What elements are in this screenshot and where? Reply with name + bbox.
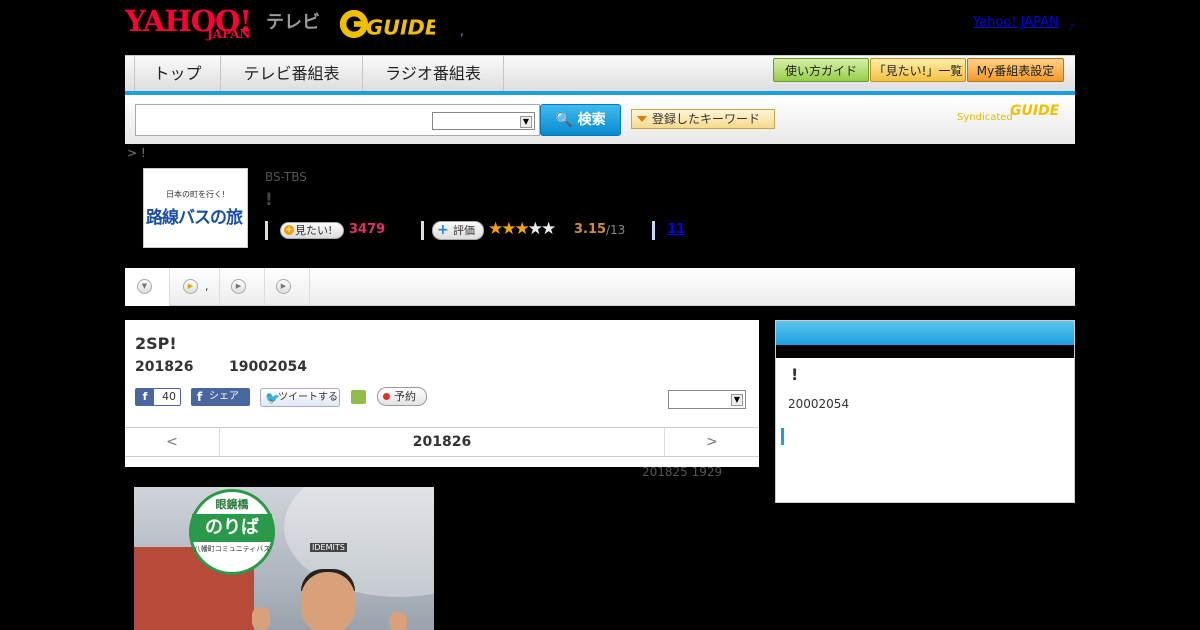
related-section-marker xyxy=(781,428,784,445)
nav-tab-tv-schedule[interactable]: テレビ番組表 xyxy=(220,56,362,91)
program-subtabs: ▼ ▶ , ▶ ▶ xyxy=(125,268,1075,306)
share-icon[interactable] xyxy=(351,390,366,404)
rating-count: /13 xyxy=(606,223,626,237)
bus-stop-sign: 眼鏡橋 のりば 八幡町コミュニティバス xyxy=(189,489,275,575)
divider xyxy=(421,221,424,240)
reminder-select[interactable]: ▼ xyxy=(668,390,746,409)
my-schedule-settings-button[interactable]: My番組表設定 xyxy=(967,58,1064,82)
subtab-2-label: , xyxy=(205,280,209,293)
subtab-4[interactable]: ▶ xyxy=(265,268,310,306)
photo-person-hand xyxy=(252,607,270,630)
updated-timestamp: 201825 1929 xyxy=(642,465,723,479)
triangle-down-icon xyxy=(637,116,647,122)
record-dot-icon xyxy=(383,393,390,400)
bus-stop-line: 八幡町コミュニティバス xyxy=(193,545,271,553)
want-to-watch-count: 3479 xyxy=(349,222,386,237)
search-button[interactable]: 🔍 検索 xyxy=(540,104,621,136)
facebook-like-button[interactable]: f 40 xyxy=(135,388,181,406)
tweet-button[interactable]: 🐦 ツイートする xyxy=(260,388,340,407)
facebook-like-count: 40 xyxy=(162,390,176,403)
main-nav: トップ テレビ番組表 ラジオ番組表 使い方ガイド 「見たい!」一覧 My番組表設… xyxy=(125,55,1075,95)
rating-value: 3.15 xyxy=(574,222,607,237)
play-icon: ▶ xyxy=(231,279,246,294)
bus-stop-main: のりば xyxy=(192,514,272,542)
review-count-link[interactable]: 11 xyxy=(667,222,685,237)
star-icon: ★ xyxy=(488,219,503,239)
search-icon: 🔍 xyxy=(555,112,573,128)
shop-sign: IDEMITS xyxy=(310,543,347,552)
subtab-2[interactable]: ▶ , xyxy=(170,268,220,306)
gguide-logo[interactable]: GUIDE xyxy=(335,8,435,40)
header-separator: , xyxy=(460,24,464,38)
search-category-select[interactable]: ▼ xyxy=(432,112,535,130)
previous-date-button[interactable]: < xyxy=(125,428,220,456)
chevron-down-icon: ▼ xyxy=(731,394,743,406)
chevron-down-icon: ▼ xyxy=(520,116,532,128)
program-thumbnail: 日本の町を行く! 路線バスの旅 xyxy=(143,168,248,248)
guide-button[interactable]: 使い方ガイド xyxy=(773,58,869,82)
plus-icon: + xyxy=(437,222,449,238)
facebook-share-label: シェア xyxy=(209,391,239,402)
program-detail-panel: 2SP! 201826 19002054 f 40 f シェア 🐦 ツイートする… xyxy=(125,320,759,467)
related-title[interactable]: ! xyxy=(791,365,798,384)
chevron-down-icon: ▼ xyxy=(137,279,152,294)
subtab-1[interactable]: ▼ xyxy=(125,268,170,306)
next-date-button[interactable]: > xyxy=(664,428,759,456)
star-icon: ★ xyxy=(514,219,530,239)
divider xyxy=(265,221,268,240)
star-icon: ★ xyxy=(541,219,556,239)
nav-tab-radio-schedule[interactable]: ラジオ番組表 xyxy=(362,56,504,91)
facebook-icon: f xyxy=(136,389,154,405)
broadcast-time: 19002054 xyxy=(229,359,307,375)
thumbnail-title: 路線バスの旅 xyxy=(146,208,243,228)
play-icon: ▶ xyxy=(276,279,291,294)
yahoo-japan-link[interactable]: Yahoo! JAPAN xyxy=(973,15,1059,30)
syndicated-gguide-logo: GUIDE xyxy=(1010,103,1060,119)
search-bar: ▼ 🔍 検索 登録したキーワード Syndicated GUIDE xyxy=(125,95,1075,144)
star-icon: ★ xyxy=(501,219,516,239)
current-date: 201826 xyxy=(412,434,472,450)
want-to-watch-label: 見たい! xyxy=(295,224,333,237)
broadcast-date: 201826 xyxy=(135,359,194,375)
nav-tab-top[interactable]: トップ xyxy=(134,56,220,91)
rate-button-label: 評価 xyxy=(453,224,475,237)
reserve-button[interactable]: 予約 xyxy=(377,387,427,406)
search-button-label: 検索 xyxy=(577,112,606,128)
rating-stars: ★★★★★ xyxy=(488,219,556,239)
tweet-label: ツイートする xyxy=(278,392,338,403)
related-panel: ! 20002054 xyxy=(775,320,1075,503)
star-icon: ★ xyxy=(527,219,543,239)
rate-button[interactable]: + 評価 xyxy=(432,221,484,240)
watchlist-button[interactable]: 「見たい!」一覧 xyxy=(870,58,966,82)
tv-logo-text[interactable]: テレビ xyxy=(266,8,320,34)
header-link-separator: , xyxy=(1070,15,1075,30)
program-photo: 眼鏡橋 のりば 八幡町コミュニティバス IDEMITS xyxy=(134,487,434,630)
yahoo-japan-logo-text: JAPAN xyxy=(207,27,251,41)
program-title: ! xyxy=(265,190,273,210)
thumbnail-subtitle: 日本の町を行く! xyxy=(166,190,226,199)
bus-stop-name: 眼鏡橋 xyxy=(215,498,249,511)
saved-keywords-label: 登録したキーワード xyxy=(652,112,761,126)
gguide-logo-text: GUIDE xyxy=(366,15,435,39)
twitter-bird-icon: 🐦 xyxy=(265,391,280,405)
related-panel-band xyxy=(776,345,1074,358)
episode-title: 2SP! xyxy=(135,334,177,353)
date-navigation: < 201826 > xyxy=(125,427,759,457)
photo-person-hand xyxy=(389,612,407,630)
photo-person-face xyxy=(301,572,355,630)
related-panel-header xyxy=(776,321,1074,345)
want-to-watch-button[interactable]: + 見たい! xyxy=(280,222,344,239)
breadcrumb: > ! xyxy=(127,146,146,160)
facebook-icon: f xyxy=(197,390,203,404)
facebook-share-button[interactable]: f シェア xyxy=(191,388,250,406)
plus-icon: + xyxy=(284,225,294,235)
station-name[interactable]: BS-TBS xyxy=(265,170,307,184)
saved-keywords-button[interactable]: 登録したキーワード xyxy=(631,109,775,129)
divider xyxy=(652,221,655,240)
related-date: 20002054 xyxy=(788,397,850,411)
syndicated-text: Syndicated xyxy=(957,112,1013,123)
play-icon: ▶ xyxy=(183,279,198,294)
subtab-3[interactable]: ▶ xyxy=(220,268,265,306)
reserve-label: 予約 xyxy=(394,390,416,403)
